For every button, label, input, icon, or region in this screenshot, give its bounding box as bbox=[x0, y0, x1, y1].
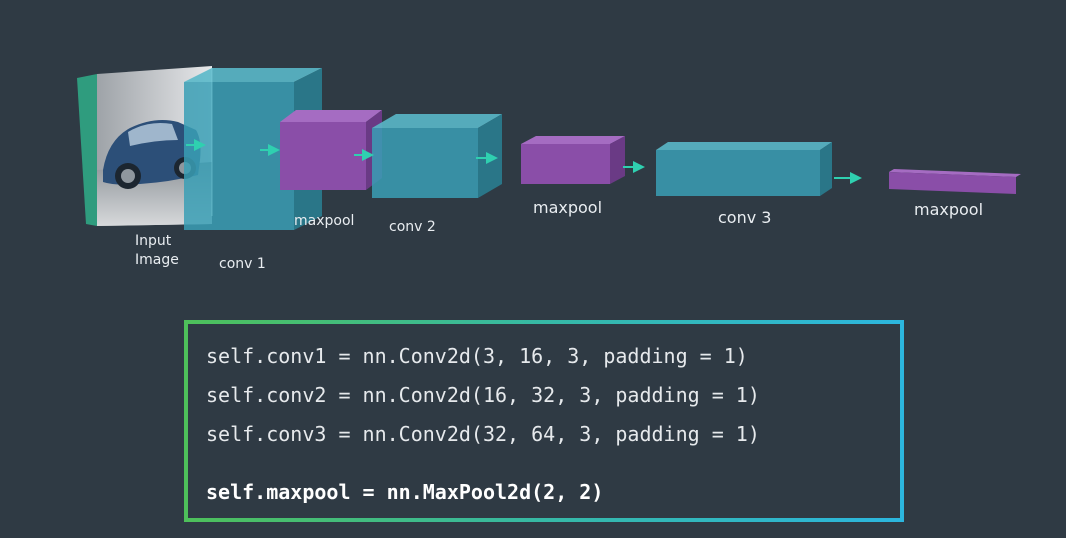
code-line-conv3: self.conv3 = nn.Conv2d(32, 64, 3, paddin… bbox=[206, 422, 760, 446]
maxpool1-block bbox=[280, 110, 382, 190]
input-image-label: Input Image bbox=[135, 233, 179, 268]
conv2-block bbox=[372, 114, 502, 198]
maxpool2-block bbox=[521, 136, 625, 184]
code-panel: self.conv1 = nn.Conv2d(3, 16, 3, padding… bbox=[184, 320, 904, 522]
code-line-maxpool: self.maxpool = nn.MaxPool2d(2, 2) bbox=[206, 480, 604, 504]
conv3-block bbox=[656, 142, 832, 196]
conv2-label: conv 2 bbox=[389, 219, 436, 235]
code-line-conv2: self.conv2 = nn.Conv2d(16, 32, 3, paddin… bbox=[206, 383, 760, 407]
maxpool1-label: maxpool bbox=[294, 213, 355, 229]
maxpool3-label: maxpool bbox=[914, 200, 984, 219]
conv3-label: conv 3 bbox=[718, 208, 772, 227]
maxpool2-label: maxpool bbox=[533, 198, 603, 217]
maxpool3-block bbox=[889, 169, 1021, 194]
code-line-conv1: self.conv1 = nn.Conv2d(3, 16, 3, padding… bbox=[206, 344, 748, 368]
conv1-label: conv 1 bbox=[219, 256, 266, 272]
